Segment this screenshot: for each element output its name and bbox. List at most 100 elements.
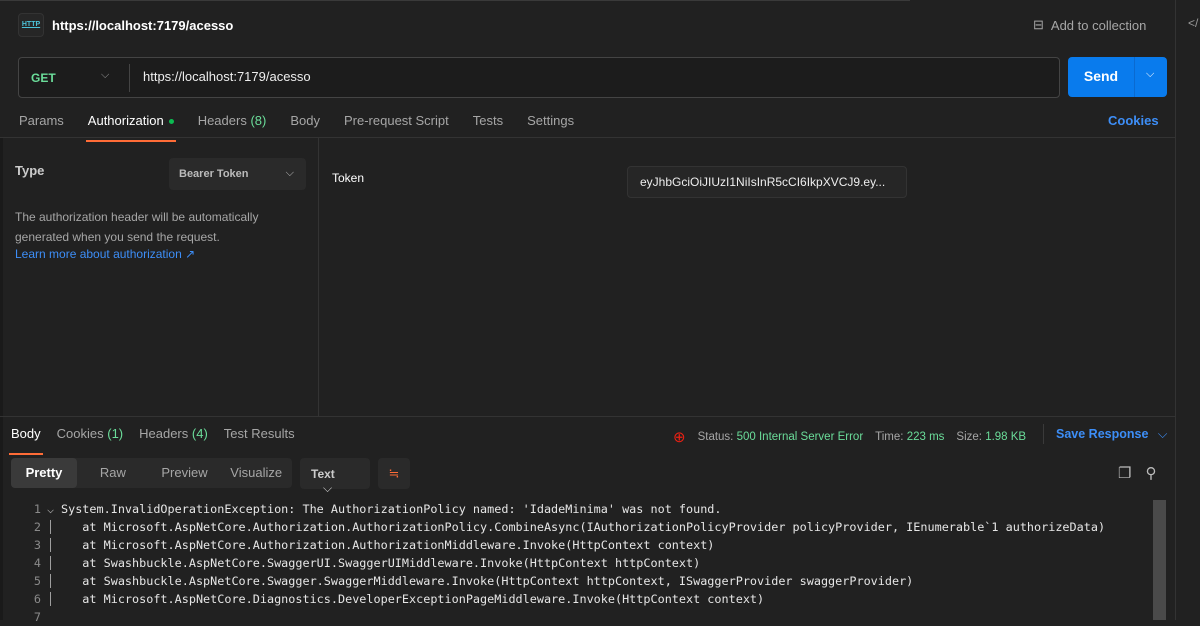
divider [0, 137, 1175, 138]
view-pretty[interactable]: Pretty [11, 458, 77, 488]
line-number: 7 [33, 610, 41, 624]
top-border [0, 0, 910, 1]
view-raw[interactable]: Raw [77, 458, 149, 488]
token-label: Token [332, 171, 365, 185]
auth-description: The authorization header will be automat… [15, 210, 259, 244]
tab-label: Body [290, 113, 320, 128]
tab-label: Params [19, 113, 64, 128]
size-value[interactable]: 1.98 KB [985, 431, 1026, 443]
send-label[interactable]: Send [1068, 68, 1134, 84]
tab-label: Headers [197, 113, 247, 128]
tab-count: (4) [191, 426, 208, 441]
tab-response-headers[interactable]: Headers (4) [139, 426, 208, 455]
divider [1043, 424, 1044, 444]
line-number: 3 [33, 538, 41, 552]
response-actions: ❐ ⚲ [1118, 464, 1156, 482]
scrollbar[interactable] [1153, 500, 1166, 620]
divider [129, 64, 130, 92]
code-icon[interactable]: </ [1188, 16, 1198, 30]
code-line: 1 ⌵ System.InvalidOperationException: The … [0, 500, 1105, 518]
response-meta: ⊕ Status: 500 Internal Server Error Time… [673, 428, 1026, 446]
save-response-label: Save Response [1056, 427, 1149, 441]
chevron-down-icon: ⌵ [323, 481, 333, 495]
line-number: 5 [33, 574, 41, 588]
code-line: 2 │ at Microsoft.AspNetCore.Authorization… [0, 518, 1105, 536]
add-to-collection-button[interactable]: ⊟ Add to collection [1033, 17, 1146, 33]
tab-label: Authorization [87, 113, 164, 128]
format-select[interactable]: Text ⌵ [300, 458, 370, 495]
http-icon: HTTP [18, 13, 44, 37]
code-line: 3 │ at Microsoft.AspNetCore.Authorization… [0, 536, 1105, 554]
tab-label: Cookies [56, 426, 104, 441]
tab-test-results[interactable]: Test Results [224, 426, 295, 455]
tab-label: Body [11, 426, 41, 441]
status-value[interactable]: 500 Internal Server Error [737, 431, 864, 443]
tab-response-body[interactable]: Body [9, 426, 43, 455]
url-input[interactable]: https://localhost:7179/acesso [143, 69, 311, 84]
auth-type-select[interactable]: Bearer Token ⌵ [169, 158, 306, 190]
line-text: at Microsoft.AspNetCore.Authorization.Au… [61, 538, 715, 552]
line-text: System.InvalidOperationException: The Au… [61, 502, 722, 516]
divider [0, 416, 1175, 417]
time-label: Time: [875, 431, 904, 443]
token-input[interactable]: eyJhbGciOiJIUzI1NiIsInR5cCI6IkpXVCJ9.ey.… [627, 166, 907, 198]
learn-more-link[interactable]: Learn more about authorization ↗ [15, 247, 195, 261]
right-sidebar: </ [1175, 0, 1200, 620]
method-select[interactable]: GET [31, 71, 56, 85]
tab-label: Settings [527, 113, 575, 128]
line-number: 4 [33, 556, 41, 570]
line-text: at Swashbuckle.AspNetCore.SwaggerUI.Swag… [61, 556, 701, 570]
line-number: 6 [33, 592, 41, 606]
chevron-down-icon[interactable]: ⌵ [1146, 68, 1154, 81]
code-line: 7 [0, 608, 1105, 626]
active-dot-icon [168, 119, 174, 125]
save-response-button[interactable]: Save Response ⌵ [1056, 427, 1167, 442]
divider [1134, 57, 1135, 97]
indent-guide: │ [47, 574, 55, 588]
url-bar: GET ⌵ https://localhost:7179/acesso [18, 57, 1060, 98]
format-value: Text [311, 467, 335, 481]
collection-icon: ⊟ [1033, 17, 1044, 32]
auth-type-value: Bearer Token [179, 168, 249, 180]
chevron-down-icon: ⌵ [1157, 427, 1168, 441]
tab-label: Pre-request Script [343, 113, 449, 128]
divider [318, 138, 319, 417]
type-label: Type [15, 163, 45, 178]
size-label: Size: [956, 431, 982, 443]
line-number: 2 [33, 520, 41, 534]
tab-count: (1) [107, 426, 124, 441]
indent-guide: │ [47, 520, 55, 534]
request-title[interactable]: https://localhost:7179/acesso [52, 18, 233, 33]
response-body[interactable]: 1 ⌵ System.InvalidOperationException: The … [0, 500, 1105, 626]
send-button[interactable]: Send ⌵ [1068, 57, 1167, 97]
code-line: 4 │ at Swashbuckle.AspNetCore.SwaggerUI.S… [0, 554, 1105, 572]
line-number: 1 [33, 502, 41, 516]
line-text: at Microsoft.AspNetCore.Authorization.Au… [61, 520, 1106, 534]
copy-icon[interactable]: ❐ [1118, 464, 1131, 482]
view-preview[interactable]: Preview [149, 458, 221, 488]
add-to-collection-label: Add to collection [1050, 17, 1147, 33]
search-icon[interactable]: ⚲ [1145, 464, 1156, 482]
view-visualize[interactable]: Visualize [220, 458, 292, 488]
view-mode-segment: Pretty Raw Preview Visualize [11, 458, 292, 488]
time-value[interactable]: 223 ms [907, 431, 945, 443]
line-text: at Swashbuckle.AspNetCore.Swagger.Swagge… [61, 574, 914, 588]
response-tabs: Body Cookies (1) Headers (4) Test Result… [9, 426, 295, 455]
cookies-link[interactable]: Cookies [1108, 113, 1159, 128]
tab-label: Tests [472, 113, 504, 128]
tab-label: Headers [139, 426, 189, 441]
chevron-down-icon: ⌵ [285, 167, 294, 179]
line-text: at Microsoft.AspNetCore.Diagnostics.Deve… [61, 592, 765, 606]
tab-label: Test Results [223, 426, 295, 441]
network-error-icon[interactable]: ⊕ [673, 428, 686, 446]
tab-response-cookies[interactable]: Cookies (1) [57, 426, 123, 455]
tab-count: (8) [250, 113, 267, 128]
chevron-down-icon[interactable]: ⌵ [101, 69, 109, 82]
indent-guide: │ [47, 556, 55, 570]
indent-guide: │ [47, 538, 55, 552]
status-label: Status: [697, 431, 734, 443]
code-line: 6 │ at Microsoft.AspNetCore.Diagnostics.D… [0, 590, 1105, 608]
indent-guide: │ [47, 592, 55, 606]
wrap-lines-icon[interactable]: ≒ [378, 458, 410, 489]
fold-chevron-icon[interactable]: ⌵ [47, 500, 61, 518]
